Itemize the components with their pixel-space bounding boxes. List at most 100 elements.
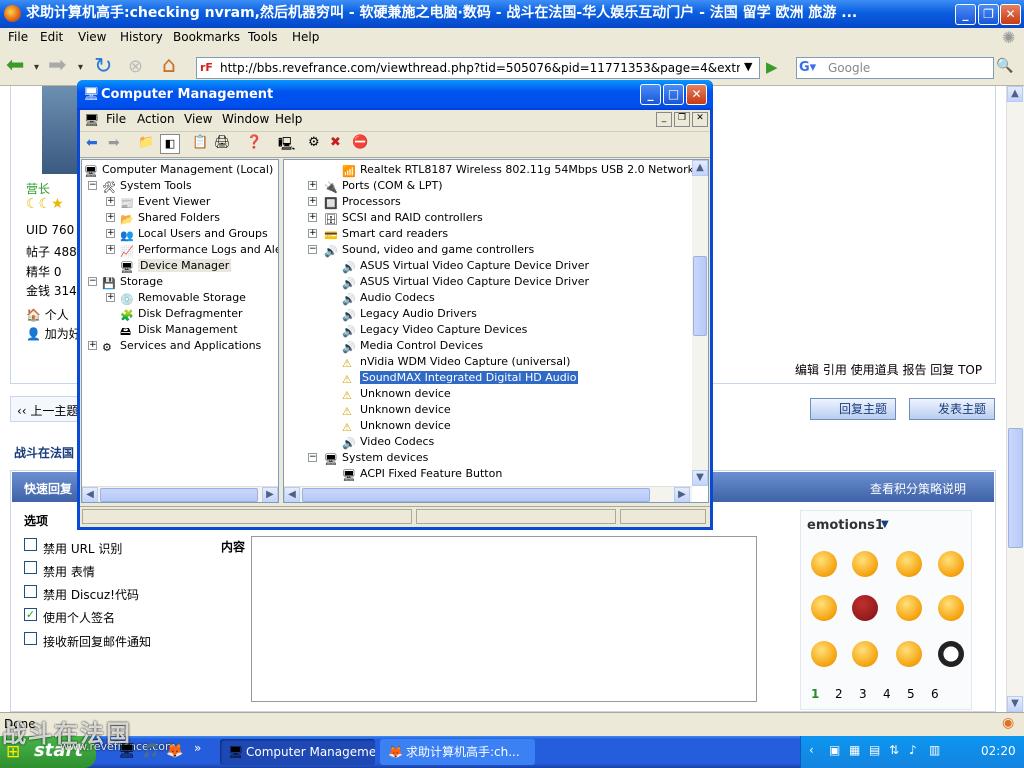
cm-help-icon[interactable]: ❓ <box>246 135 262 150</box>
device-category-sound[interactable]: 🔊 Sound, video and game controllers <box>324 242 534 258</box>
device-unknown-2[interactable]: ⚠ Unknown device <box>342 402 451 418</box>
tree-item-perf-logs[interactable]: 📈 Performance Logs and Alerts <box>120 242 278 258</box>
dev-expander-scsi[interactable]: + <box>308 213 317 222</box>
emotion-dizzy-icon[interactable] <box>852 641 878 667</box>
option-checkbox-signature[interactable]: ✓ <box>24 608 37 621</box>
minimize-button[interactable]: _ <box>955 4 976 25</box>
user-avatar[interactable] <box>42 86 78 174</box>
restore-button[interactable]: ❐ <box>978 4 999 25</box>
device-category-system[interactable]: 🖥 System devices <box>324 450 428 466</box>
right-pane-vscrollbar[interactable]: ▲ ▼ <box>692 160 708 486</box>
cm-disable-icon[interactable]: ⛔ <box>352 135 368 150</box>
menu-view[interactable]: View <box>78 30 106 44</box>
cm-update-driver-icon[interactable]: ⚙ <box>308 135 320 150</box>
new-topic-button[interactable]: 发表主题 <box>909 398 995 420</box>
emotion-peace-icon[interactable] <box>938 641 964 667</box>
right-hscroll-thumb[interactable] <box>302 488 650 502</box>
tray-volume-icon[interactable]: ♪ <box>909 743 917 757</box>
cm-menu-file[interactable]: File <box>106 112 126 126</box>
tree-expander-event-viewer[interactable]: + <box>106 197 115 206</box>
forward-icon[interactable]: ➡ <box>48 55 72 80</box>
cm-title-bar[interactable]: Computer Management <box>77 80 713 110</box>
quicklaunch-desktop-icon[interactable]: 🖥 <box>118 743 136 759</box>
add-friend-link[interactable]: 👤 加为好 <box>26 325 81 342</box>
dev-expander-ports[interactable]: + <box>308 181 317 190</box>
cm-menu-help[interactable]: Help <box>275 112 302 126</box>
tree-item-system-tools[interactable]: 🛠 System Tools <box>102 178 192 194</box>
cm-uninstall-icon[interactable]: ✖ <box>330 135 341 150</box>
menu-history[interactable]: History <box>120 30 163 44</box>
tray-expand-icon[interactable]: ‹ <box>809 743 814 757</box>
google-engine-icon[interactable]: G▾ <box>799 60 816 75</box>
page-scroll-up-icon[interactable]: ▲ <box>1007 86 1023 102</box>
tree-expander-local-users[interactable]: + <box>106 229 115 238</box>
quicklaunch-more-icon[interactable]: » <box>194 741 201 755</box>
emotion-kiss-icon[interactable] <box>896 551 922 577</box>
cm-child-close-icon[interactable]: ✕ <box>692 112 708 127</box>
device-category-smartcard[interactable]: 💳 Smart card readers <box>324 226 448 242</box>
cm-maximize-button[interactable]: □ <box>663 84 684 105</box>
right-scroll-right-icon[interactable]: ▶ <box>674 487 690 502</box>
tray-network-icon[interactable]: ⇅ <box>889 743 899 757</box>
emotions-dropdown-icon[interactable]: ▼ <box>881 519 889 530</box>
device-audio-codecs[interactable]: 🔊 Audio Codecs <box>342 290 435 306</box>
url-text[interactable]: http://bbs.revefrance.com/viewthread.php… <box>220 61 740 75</box>
emotion-page-5[interactable]: 5 <box>907 687 915 701</box>
menu-bookmarks[interactable]: Bookmarks <box>173 30 240 44</box>
device-category-ports[interactable]: 🔌 Ports (COM & LPT) <box>324 178 443 194</box>
emotion-love-icon[interactable] <box>811 595 837 621</box>
device-category-processors[interactable]: 🔲 Processors <box>324 194 401 210</box>
tree-item-computer-management[interactable]: 🖥 Computer Management (Local) <box>84 162 273 178</box>
home-icon[interactable]: ⌂ <box>162 55 186 80</box>
right-scroll-down-icon[interactable]: ▼ <box>692 470 708 486</box>
cm-child-minimize-icon[interactable]: _ <box>656 112 672 127</box>
tree-expander-services[interactable]: + <box>88 341 97 350</box>
url-dropdown-icon[interactable]: ▼ <box>744 60 752 73</box>
tree-expander-storage[interactable]: − <box>88 277 97 286</box>
cm-minimize-button[interactable]: _ <box>640 84 661 105</box>
tree-expander-perf-logs[interactable]: + <box>106 245 115 254</box>
menu-tools[interactable]: Tools <box>248 30 278 44</box>
cm-close-button[interactable]: ✕ <box>686 84 707 105</box>
dev-expander-smartcard[interactable]: + <box>308 229 317 238</box>
option-checkbox-email-notify[interactable] <box>24 632 37 645</box>
cm-scan-hardware-icon[interactable]: 🖳 <box>278 135 295 157</box>
emotion-page-4[interactable]: 4 <box>883 687 891 701</box>
status-addon-icon[interactable]: ◉ <box>1002 715 1014 731</box>
emotion-smiley-icon[interactable] <box>811 551 837 577</box>
device-soundmax[interactable]: ⚠ SoundMAX Integrated Digital HD Audio <box>342 370 580 386</box>
dev-expander-system[interactable]: − <box>308 453 317 462</box>
dev-expander-sound[interactable]: − <box>308 245 317 254</box>
prev-topic-box[interactable]: ‹‹ 上一主题 <box>10 396 80 422</box>
device-legacy-audio[interactable]: 🔊 Legacy Audio Drivers <box>342 306 477 322</box>
task-computer-management[interactable]: Computer Management <box>220 739 375 765</box>
tree-item-storage[interactable]: 💾 Storage <box>102 274 163 290</box>
cm-menu-action[interactable]: Action <box>137 112 175 126</box>
tray-app2-icon[interactable]: ▦ <box>849 743 860 757</box>
dev-expander-processors[interactable]: + <box>308 197 317 206</box>
tree-expander-system-tools[interactable]: − <box>88 181 97 190</box>
tree-expander-removable-storage[interactable]: + <box>106 293 115 302</box>
tree-item-disk-management[interactable]: 🖴 Disk Management <box>120 322 238 338</box>
tree-item-services[interactable]: ⚙ Services and Applications <box>102 338 261 354</box>
device-category-scsi[interactable]: 🗄 SCSI and RAID controllers <box>324 210 483 226</box>
emotion-blush-icon[interactable] <box>938 551 964 577</box>
device-unknown-1[interactable]: ⚠ Unknown device <box>342 386 451 402</box>
emotion-page-1[interactable]: 1 <box>811 687 819 701</box>
device-asus-capture-2[interactable]: 🔊 ASUS Virtual Video Capture Device Drive… <box>342 274 589 290</box>
quicklaunch-media-icon[interactable]: 🎵 <box>142 743 159 759</box>
device-nvidia-capture[interactable]: ⚠ nVidia WDM Video Capture (universal) <box>342 354 570 370</box>
search-magnifier-icon[interactable]: 🔍 <box>996 58 1013 74</box>
option-checkbox-smilies[interactable] <box>24 561 37 574</box>
prev-topic-link[interactable]: ‹‹ 上一主题 <box>17 402 78 419</box>
emotion-page-6[interactable]: 6 <box>931 687 939 701</box>
tray-app3-icon[interactable]: ▤ <box>869 743 880 757</box>
emotion-page-2[interactable]: 2 <box>835 687 843 701</box>
cm-back-icon[interactable]: ⬅ <box>86 135 98 151</box>
emotion-ninja-icon[interactable] <box>811 641 837 667</box>
reply-content-textarea[interactable] <box>251 536 757 702</box>
option-checkbox-discuz-code[interactable] <box>24 585 37 598</box>
reload-icon[interactable]: ↻ <box>94 56 118 80</box>
cm-forward-icon[interactable]: ➡ <box>108 135 120 151</box>
page-scroll-down-icon[interactable]: ▼ <box>1007 696 1023 712</box>
